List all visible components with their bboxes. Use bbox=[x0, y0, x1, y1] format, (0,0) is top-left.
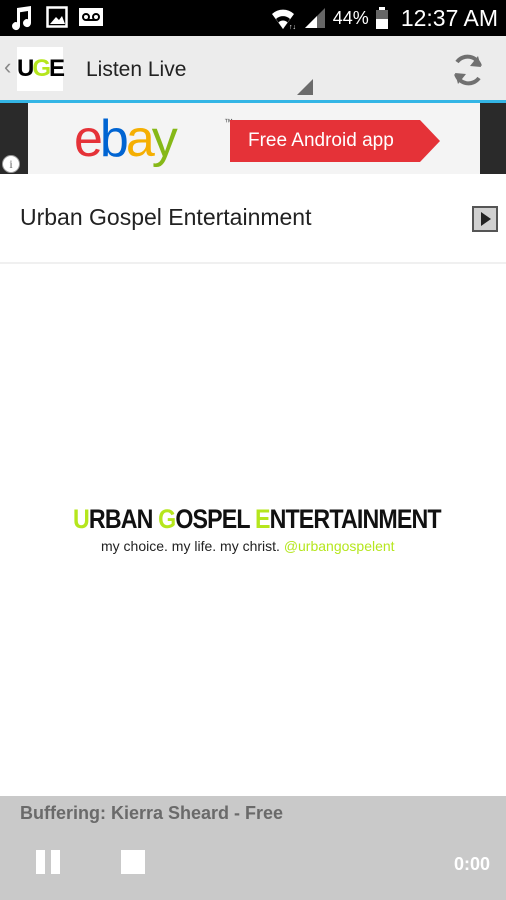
brand-tagline: my choice. my life. my christ. @urbangos… bbox=[101, 538, 395, 554]
page-title[interactable]: Listen Live bbox=[86, 58, 186, 82]
voicemail-icon bbox=[79, 8, 103, 26]
ad-info-icon[interactable]: i bbox=[2, 155, 20, 173]
pause-icon[interactable] bbox=[36, 850, 62, 874]
music-note-icon bbox=[12, 6, 32, 31]
elapsed-time: 0:00 bbox=[453, 854, 490, 874]
battery-icon bbox=[375, 7, 388, 29]
spinner-indicator-icon[interactable] bbox=[297, 79, 313, 95]
station-list-item[interactable]: Urban Gospel Entertainment bbox=[0, 174, 506, 264]
wifi-icon: ↑↓ bbox=[271, 9, 296, 31]
player-bar: Buffering: Kierra Sheard - Free 0:00 bbox=[0, 796, 506, 900]
play-icon[interactable] bbox=[472, 206, 498, 232]
clock: 12:37 AM bbox=[400, 4, 498, 31]
stop-icon[interactable] bbox=[121, 850, 145, 874]
app-logo[interactable]: UGE bbox=[17, 47, 65, 91]
ad-banner[interactable]: ebay ™ Free Android app i bbox=[0, 103, 506, 174]
svg-text:↑↓: ↑↓ bbox=[289, 24, 296, 31]
image-icon bbox=[46, 6, 68, 28]
status-bar: ↑↓ 44% 12:37 AM bbox=[0, 0, 506, 36]
signal-icon bbox=[304, 8, 325, 28]
back-caret-icon[interactable]: ‹ bbox=[4, 56, 11, 78]
brand-handle: @urbangospelent bbox=[283, 538, 395, 554]
ebay-logo: ebay bbox=[74, 110, 178, 168]
ad-cta-button[interactable]: Free Android app bbox=[230, 120, 420, 162]
station-name: Urban Gospel Entertainment bbox=[20, 204, 312, 230]
now-playing-status: Buffering: Kierra Sheard - Free bbox=[20, 803, 284, 823]
battery-percent: 44% bbox=[332, 7, 369, 28]
brand-logo-text: URBAN GOSPEL ENTERTAINMENT bbox=[73, 504, 442, 534]
ad-cta-arrow bbox=[420, 120, 440, 162]
action-bar: ‹ UGE Listen Live bbox=[0, 36, 506, 103]
ad-content[interactable]: ebay ™ Free Android app bbox=[28, 103, 480, 174]
status-right: ↑↓ 44% 12:37 AM bbox=[269, 0, 498, 36]
refresh-icon[interactable] bbox=[448, 50, 488, 90]
station-artwork: URBAN GOSPEL ENTERTAINMENT my choice. my… bbox=[0, 264, 506, 796]
